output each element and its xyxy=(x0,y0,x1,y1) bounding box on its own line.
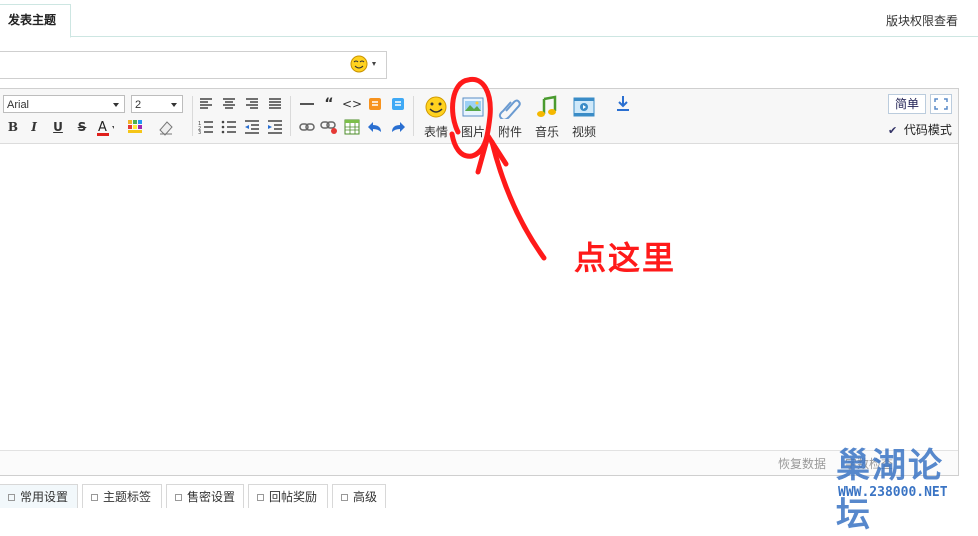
table-icon xyxy=(344,119,360,135)
square-icon xyxy=(91,494,98,501)
outdent-icon xyxy=(245,120,259,134)
simple-mode-button[interactable]: 简单 xyxy=(888,94,926,114)
undo-button[interactable] xyxy=(366,118,384,136)
background-color-button[interactable] xyxy=(127,118,145,136)
annotation-text: 点这里 xyxy=(574,239,677,277)
square-icon xyxy=(257,494,264,501)
bold-button[interactable]: B xyxy=(4,118,22,136)
font-color-button[interactable]: A xyxy=(96,118,114,136)
subject-input[interactable] xyxy=(0,51,387,79)
outdent-button[interactable] xyxy=(243,118,261,136)
horizontal-rule-icon xyxy=(300,103,314,105)
toolbar-divider xyxy=(290,96,291,136)
strikethrough-button[interactable]: S xyxy=(73,118,91,136)
indent-button[interactable] xyxy=(266,118,284,136)
font-size-select[interactable]: 2 xyxy=(131,95,183,113)
tab-sale-settings[interactable]: 售密设置 xyxy=(166,484,244,508)
redo-icon xyxy=(392,122,405,132)
tab-bar xyxy=(0,0,978,37)
align-right-button[interactable] xyxy=(243,95,261,113)
tab-label: 主题标签 xyxy=(103,490,152,504)
font-size-value: 2 xyxy=(135,99,142,111)
toolbar-divider xyxy=(413,96,414,136)
link-icon xyxy=(299,123,315,131)
indent-icon xyxy=(268,120,282,134)
svg-text:3: 3 xyxy=(198,130,201,134)
undo-icon xyxy=(368,122,381,132)
smiley-icon xyxy=(350,55,376,73)
align-center-icon xyxy=(223,98,235,109)
background-color-icon xyxy=(128,120,142,133)
checkbox-icon: ✔ xyxy=(888,124,898,137)
align-center-button[interactable] xyxy=(220,95,238,113)
tab-topic-tags[interactable]: 主题标签 xyxy=(82,484,162,508)
align-left-button[interactable] xyxy=(197,95,215,113)
tab-label: 售密设置 xyxy=(187,490,236,504)
square-icon xyxy=(341,494,348,501)
bold-icon: B xyxy=(7,120,19,134)
unlink-button[interactable] xyxy=(320,118,338,136)
unordered-list-icon xyxy=(221,120,236,134)
ordered-list-icon: 123 xyxy=(198,121,213,134)
hide-content-icon xyxy=(369,98,381,110)
hide-content-button[interactable] xyxy=(366,95,384,113)
square-icon xyxy=(8,494,15,501)
italic-icon: I xyxy=(31,120,37,134)
font-family-select[interactable]: Arial xyxy=(3,95,125,113)
horizontal-rule-button[interactable] xyxy=(298,95,316,113)
code-button[interactable]: <> xyxy=(341,95,363,113)
unordered-list-button[interactable] xyxy=(220,118,238,136)
subject-emoticon-picker[interactable] xyxy=(350,55,380,73)
tab-advanced[interactable]: 高级 xyxy=(332,484,386,508)
ordered-list-button[interactable]: 123 xyxy=(197,118,215,136)
strikethrough-icon: S xyxy=(77,120,87,134)
toolbar-divider xyxy=(192,96,193,136)
redo-button[interactable] xyxy=(389,118,407,136)
italic-button[interactable]: I xyxy=(25,118,43,136)
tab-common-settings[interactable]: 常用设置 xyxy=(0,484,78,508)
square-icon xyxy=(175,494,182,501)
code-mode-toggle[interactable]: ✔ 代码模式 xyxy=(888,121,952,138)
forum-permission-link[interactable]: 版块权限查看 xyxy=(886,12,958,29)
justify-icon xyxy=(269,98,281,109)
chevron-down-icon xyxy=(113,103,119,107)
unlink-icon xyxy=(320,121,337,134)
table-button[interactable] xyxy=(343,118,361,136)
quote-icon: “ xyxy=(324,96,334,112)
fullscreen-icon xyxy=(934,98,948,110)
restore-data-link[interactable]: 恢复数据 xyxy=(778,455,826,472)
code-icon: <> xyxy=(341,97,363,111)
align-left-icon xyxy=(200,98,212,109)
underline-button[interactable]: U xyxy=(49,118,67,136)
font-color-icon: A xyxy=(97,120,114,136)
tab-reply-reward[interactable]: 回帖奖励 xyxy=(248,484,328,508)
quote-button[interactable]: “ xyxy=(320,95,338,113)
underline-icon: U xyxy=(53,120,63,134)
svg-text:A: A xyxy=(98,120,107,135)
tab-label: 回帖奖励 xyxy=(269,490,318,504)
free-content-icon xyxy=(392,98,404,110)
free-content-button[interactable] xyxy=(389,95,407,113)
code-mode-label: 代码模式 xyxy=(903,123,952,137)
chevron-down-icon xyxy=(171,103,177,107)
download-button[interactable] xyxy=(614,95,632,113)
eraser-icon xyxy=(159,121,173,136)
font-family-value: Arial xyxy=(7,99,30,111)
tab-label: 常用设置 xyxy=(20,490,69,504)
download-icon xyxy=(617,96,629,111)
watermark-url: WWW.238000.NET xyxy=(838,485,948,500)
align-right-icon xyxy=(246,98,258,109)
clear-format-button[interactable] xyxy=(157,118,175,136)
fullscreen-button[interactable] xyxy=(930,94,952,114)
tab-label: 高级 xyxy=(353,490,378,504)
link-button[interactable] xyxy=(298,118,316,136)
tab-post-topic[interactable]: 发表主题 xyxy=(0,4,71,38)
justify-button[interactable] xyxy=(266,95,284,113)
